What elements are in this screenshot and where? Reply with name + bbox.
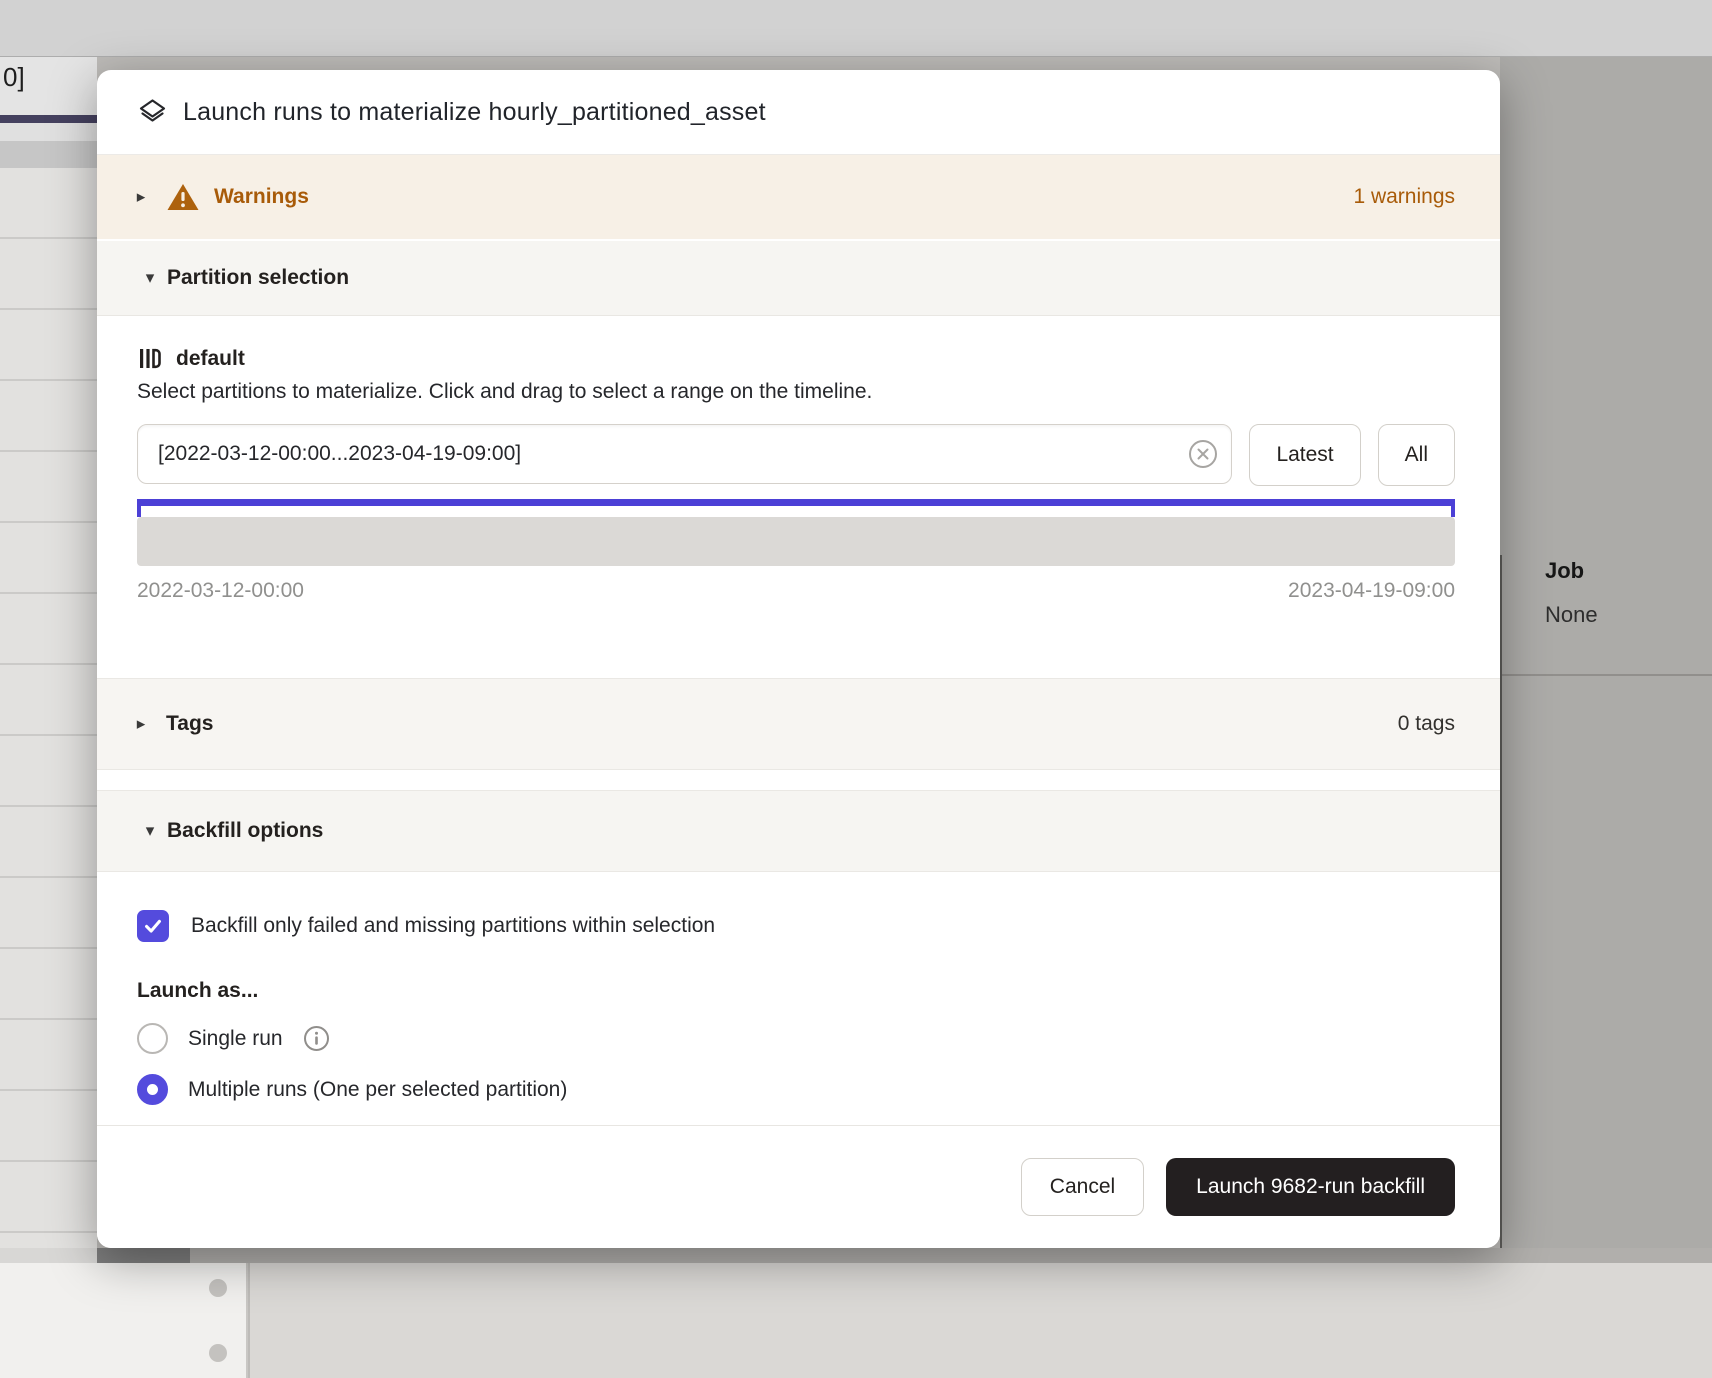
tags-count-badge: 0 tags bbox=[1398, 712, 1455, 736]
clear-selection-icon[interactable] bbox=[1188, 439, 1218, 469]
all-button[interactable]: All bbox=[1378, 424, 1455, 486]
background-right-panel bbox=[1500, 57, 1712, 1248]
latest-button[interactable]: Latest bbox=[1249, 424, 1360, 486]
background-truncated-text: 0] bbox=[3, 62, 25, 93]
background-left-column bbox=[0, 1263, 248, 1378]
background-selected-cell bbox=[97, 1248, 190, 1263]
partition-range-field bbox=[137, 424, 1232, 486]
partition-timeline[interactable] bbox=[137, 517, 1455, 566]
section-spacer bbox=[97, 770, 1500, 790]
background-row-divider bbox=[1502, 674, 1712, 676]
checkbox-checked-icon[interactable] bbox=[137, 910, 169, 942]
partition-dimension-name: default bbox=[176, 347, 245, 371]
partition-set-icon bbox=[137, 346, 162, 371]
background-panel bbox=[250, 1263, 1712, 1378]
job-column-value: None bbox=[1545, 602, 1598, 628]
partition-selection-header: Partition selection bbox=[167, 266, 349, 290]
timeline-range-end: 2023-04-19-09:00 bbox=[1288, 579, 1455, 603]
single-run-label: Single run bbox=[188, 1027, 283, 1051]
chevron-right-icon: ▸ bbox=[130, 187, 152, 207]
warnings-count-badge: 1 warnings bbox=[1353, 185, 1455, 209]
materialize-layers-icon bbox=[137, 97, 168, 128]
background-band bbox=[0, 123, 97, 141]
chevron-down-icon: ▾ bbox=[139, 821, 161, 841]
background-table-rows bbox=[0, 168, 97, 1248]
timeline-selection-range[interactable] bbox=[137, 499, 1455, 506]
backfill-options-header: Backfill options bbox=[167, 819, 323, 843]
tags-header: Tags bbox=[166, 712, 213, 736]
backfill-options-toggle[interactable]: ▾ Backfill options bbox=[97, 790, 1500, 872]
background-column-divider bbox=[1500, 555, 1502, 1248]
info-icon[interactable] bbox=[303, 1025, 330, 1052]
job-column-header: Job bbox=[1545, 558, 1584, 584]
dialog-footer: Cancel Launch 9682-run backfill bbox=[97, 1125, 1500, 1248]
failed-missing-checkbox-row[interactable]: Backfill only failed and missing partiti… bbox=[137, 910, 1455, 942]
warning-triangle-icon bbox=[166, 182, 200, 212]
background-tab-underline bbox=[0, 115, 97, 123]
background-band bbox=[0, 1248, 97, 1263]
chevron-right-icon: ▸ bbox=[130, 714, 152, 734]
warnings-label: Warnings bbox=[214, 185, 309, 209]
partition-selection-body: default Select partitions to materialize… bbox=[97, 316, 1500, 678]
partition-range-input[interactable] bbox=[137, 424, 1232, 484]
background-table-header-row bbox=[0, 141, 97, 168]
launch-backfill-button[interactable]: Launch 9682-run backfill bbox=[1166, 1158, 1455, 1216]
backfill-options-body: Backfill only failed and missing partiti… bbox=[97, 872, 1500, 1105]
dialog-title-bar: Launch runs to materialize hourly_partit… bbox=[97, 70, 1500, 155]
background-row bbox=[190, 1248, 1712, 1263]
cancel-button[interactable]: Cancel bbox=[1021, 1158, 1144, 1216]
timeline-range-start: 2022-03-12-00:00 bbox=[137, 579, 304, 603]
single-run-option[interactable]: Single run bbox=[137, 1023, 1455, 1054]
multiple-runs-option[interactable]: Multiple runs (One per selected partitio… bbox=[137, 1074, 1455, 1105]
launch-as-label: Launch as... bbox=[137, 979, 1455, 1003]
multiple-runs-label: Multiple runs (One per selected partitio… bbox=[188, 1078, 567, 1102]
dialog-title: Launch runs to materialize hourly_partit… bbox=[183, 98, 766, 127]
radio-selected-icon[interactable] bbox=[137, 1074, 168, 1105]
chevron-down-icon: ▾ bbox=[139, 268, 161, 288]
failed-missing-checkbox-label: Backfill only failed and missing partiti… bbox=[191, 914, 715, 938]
status-dot bbox=[209, 1279, 227, 1297]
radio-unselected-icon[interactable] bbox=[137, 1023, 168, 1054]
launch-backfill-dialog: Launch runs to materialize hourly_partit… bbox=[97, 70, 1500, 1248]
warnings-section-toggle[interactable]: ▸ Warnings 1 warnings bbox=[97, 155, 1500, 241]
partition-instructions: Select partitions to materialize. Click … bbox=[137, 380, 1455, 404]
partition-selection-toggle[interactable]: ▾ Partition selection bbox=[97, 241, 1500, 316]
status-dot bbox=[209, 1344, 227, 1362]
background-top-toolbar bbox=[0, 0, 1712, 57]
tags-section-toggle[interactable]: ▸ Tags 0 tags bbox=[97, 678, 1500, 770]
